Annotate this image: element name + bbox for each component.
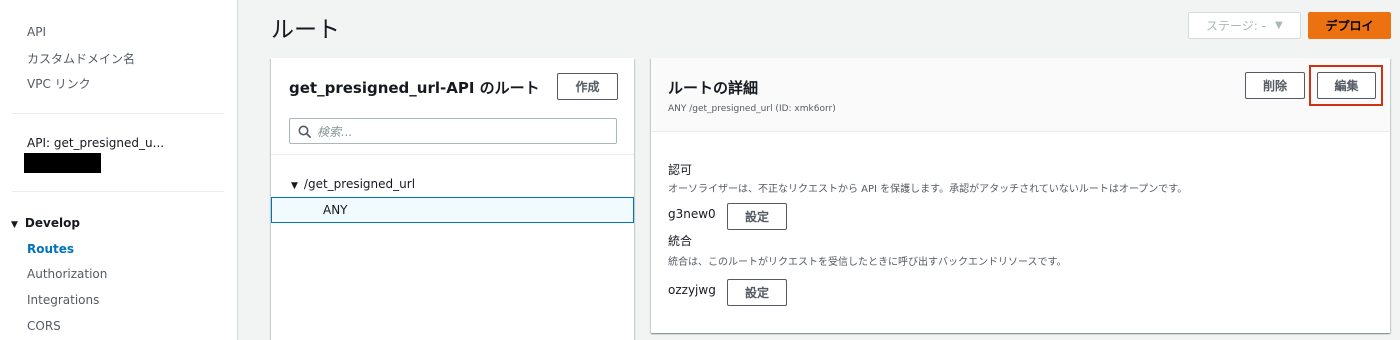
caret-down-icon: ▼ [11,220,18,230]
caret-down-icon: ▼ [291,181,298,191]
route-method-node-selected[interactable]: ANY [271,197,634,223]
authorization-label: 認可 [668,163,693,177]
caret-down-icon: ▼ [1274,20,1283,31]
authorization-description: オーソライザーは、不正なリクエストから API を保護します。承認がアタッチされ… [668,184,1188,195]
nav-item-integrations[interactable]: Integrations [27,293,99,307]
integration-configure-button[interactable]: 設定 [727,279,787,306]
stage-select-label: ステージ: - [1206,19,1266,33]
create-button[interactable]: 作成 [557,73,618,100]
search-placeholder: 検索... [317,124,353,139]
nav-item-api[interactable]: API [27,25,46,39]
authorization-value: g3new0 [668,207,716,221]
routes-panel-title: get_presigned_url-API のルート [289,79,540,97]
routes-panel-header: get_presigned_url-API のルート 作成 検索... [271,58,634,155]
integration-description: 統合は、このルートがリクエストを受信したときに呼び出すバックエンドリソースです。 [668,257,1067,268]
deploy-button[interactable]: デプロイ [1308,12,1391,39]
integration-value: ozzyjwg [668,283,716,297]
api-name[interactable]: API: get_presigned_u... [27,136,164,150]
integration-label: 統合 [668,234,693,248]
search-input[interactable]: 検索... [289,118,617,144]
route-path-node[interactable]: ▼ /get_presigned_url [291,177,415,191]
nav-section-develop[interactable]: ▼ Develop [11,216,80,230]
nav-item-authorization[interactable]: Authorization [27,267,107,281]
nav-item-vpc-links[interactable]: VPC リンク [27,75,91,92]
route-path-label: /get_presigned_url [303,177,416,191]
nav-item-custom-domains[interactable]: カスタムドメイン名 [27,50,135,67]
side-navigation: API カスタムドメイン名 VPC リンク API: get_presigned… [0,0,238,340]
delete-button[interactable]: 削除 [1245,72,1305,99]
redacted-block [24,153,101,173]
nav-item-cors[interactable]: CORS [27,319,61,333]
highlight-box [1309,65,1383,106]
nav-divider [12,113,224,114]
nav-item-routes[interactable]: Routes [27,242,74,256]
stage-select[interactable]: ステージ: - ▼ [1188,12,1301,39]
nav-section-label: Develop [24,216,80,230]
route-details-panel: ルートの詳細 ANY /get_presigned_url (ID: xmk6o… [651,58,1390,333]
route-details-header: ルートの詳細 ANY /get_presigned_url (ID: xmk6o… [651,58,1390,132]
route-details-subtitle: ANY /get_presigned_url (ID: xmk6orr) [668,104,836,114]
nav-divider [12,191,224,192]
authorization-configure-button[interactable]: 設定 [727,203,787,230]
search-icon [298,125,311,138]
route-details-title: ルートの詳細 [668,79,759,97]
page-title: ルート [271,17,340,43]
routes-panel: get_presigned_url-API のルート 作成 検索... ▼ /ge… [271,58,634,340]
